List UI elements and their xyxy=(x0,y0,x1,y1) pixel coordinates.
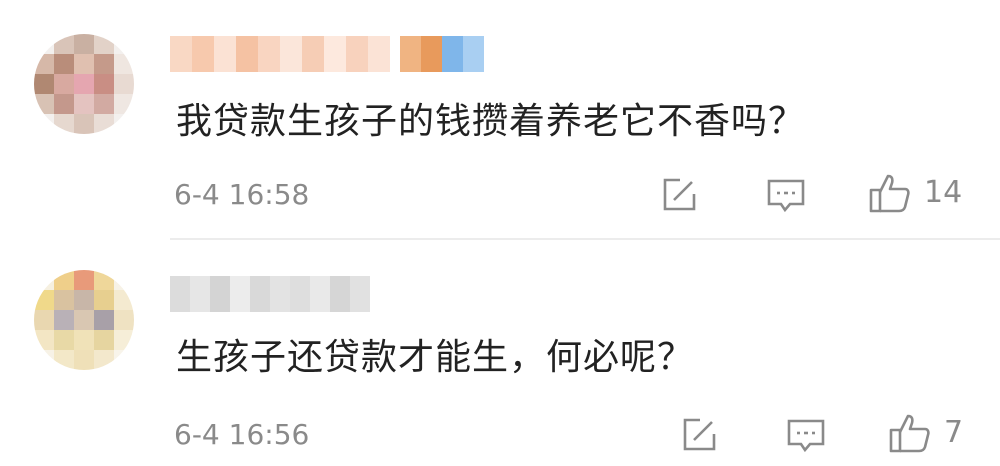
mosaic-cell xyxy=(54,350,74,370)
mosaic-cell xyxy=(54,330,74,350)
comment-icon xyxy=(787,419,825,453)
mosaic-cell xyxy=(94,290,114,310)
mosaic-cell xyxy=(34,34,54,54)
mosaic-cell xyxy=(34,350,54,370)
share-button[interactable] xyxy=(680,416,718,454)
mosaic-cell xyxy=(280,36,302,72)
mosaic-cell xyxy=(302,36,324,72)
mosaic-cell xyxy=(170,276,190,312)
mosaic-cell xyxy=(94,330,114,350)
mosaic-cell xyxy=(192,36,214,72)
mosaic-cell xyxy=(74,310,94,330)
mosaic-cell xyxy=(74,290,94,310)
comment-icon xyxy=(767,179,805,213)
comment-item: 生孩子还贷款才能生，何必呢？ 6-4 16:56 7 xyxy=(0,240,1000,466)
reply-button[interactable] xyxy=(766,178,806,214)
share-icon xyxy=(683,418,716,451)
mosaic-cell xyxy=(94,54,114,74)
mosaic-cell xyxy=(94,114,114,134)
comment-time: 6-4 16:58 xyxy=(174,178,310,211)
mosaic-cell xyxy=(94,94,114,114)
reply-button[interactable] xyxy=(786,418,826,454)
mosaic-cell xyxy=(114,330,134,350)
mosaic-cell xyxy=(190,276,210,312)
mosaic-cell xyxy=(54,34,74,54)
mosaic-cell xyxy=(114,74,134,94)
mosaic-cell xyxy=(34,54,54,74)
thumbs-up-icon xyxy=(869,174,910,213)
mosaic-cell xyxy=(114,350,134,370)
mosaic-cell xyxy=(74,270,94,290)
mosaic-cell xyxy=(94,350,114,370)
mosaic-cell xyxy=(290,276,310,312)
mosaic-cell xyxy=(250,276,270,312)
like-button[interactable]: 7 xyxy=(888,412,963,454)
mosaic-cell xyxy=(54,74,74,94)
mosaic-cell xyxy=(94,310,114,330)
mosaic-cell xyxy=(74,54,94,74)
share-icon xyxy=(663,178,696,211)
mosaic-cell xyxy=(258,36,280,72)
like-count: 7 xyxy=(944,415,964,450)
mosaic-cell xyxy=(74,114,94,134)
comment-time: 6-4 16:56 xyxy=(174,418,310,451)
mosaic-cell xyxy=(74,74,94,94)
mosaic-cell xyxy=(330,276,350,312)
mosaic-cell xyxy=(270,276,290,312)
mosaic-cell xyxy=(94,270,114,290)
mosaic-cell xyxy=(210,276,230,312)
mosaic-cell xyxy=(114,114,134,134)
mosaic-cell xyxy=(54,114,74,134)
mosaic-cell xyxy=(54,54,74,74)
thumbs-up-icon xyxy=(889,414,930,453)
mosaic-cell xyxy=(310,276,330,312)
mosaic-cell xyxy=(114,310,134,330)
username[interactable] xyxy=(170,36,390,72)
mosaic-cell xyxy=(54,94,74,114)
mosaic-cell xyxy=(54,290,74,310)
mosaic-cell xyxy=(170,36,192,72)
mosaic-cell xyxy=(230,276,250,312)
username[interactable] xyxy=(170,276,370,312)
mosaic-cell xyxy=(34,310,54,330)
like-button[interactable]: 14 xyxy=(868,172,962,214)
avatar[interactable] xyxy=(34,270,134,370)
mosaic-cell xyxy=(34,74,54,94)
mosaic-cell xyxy=(421,36,442,72)
mosaic-cell xyxy=(74,330,94,350)
avatar[interactable] xyxy=(34,34,134,134)
mosaic-cell xyxy=(114,34,134,54)
user-badge xyxy=(400,36,484,72)
mosaic-cell xyxy=(34,114,54,134)
mosaic-cell xyxy=(54,310,74,330)
mosaic-cell xyxy=(34,330,54,350)
comment-item: 我贷款生孩子的钱攒着养老它不香吗？ 6-4 16:58 14 xyxy=(0,0,1000,240)
mosaic-cell xyxy=(74,350,94,370)
comment-text: 生孩子还贷款才能生，何必呢？ xyxy=(176,337,695,378)
mosaic-cell xyxy=(442,36,463,72)
mosaic-cell xyxy=(114,94,134,114)
mosaic-cell xyxy=(74,34,94,54)
mosaic-cell xyxy=(54,270,74,290)
mosaic-cell xyxy=(94,34,114,54)
mosaic-cell xyxy=(74,94,94,114)
mosaic-cell xyxy=(114,54,134,74)
mosaic-cell xyxy=(346,36,368,72)
mosaic-cell xyxy=(463,36,484,72)
mosaic-cell xyxy=(324,36,346,72)
mosaic-cell xyxy=(114,290,134,310)
mosaic-cell xyxy=(34,290,54,310)
mosaic-cell xyxy=(94,74,114,94)
like-count: 14 xyxy=(924,175,963,210)
mosaic-cell xyxy=(214,36,236,72)
mosaic-cell xyxy=(236,36,258,72)
mosaic-cell xyxy=(350,276,370,312)
comment-text: 我贷款生孩子的钱攒着养老它不香吗？ xyxy=(176,101,806,142)
share-button[interactable] xyxy=(660,176,698,214)
mosaic-cell xyxy=(400,36,421,72)
mosaic-cell xyxy=(114,270,134,290)
mosaic-cell xyxy=(368,36,390,72)
mosaic-cell xyxy=(34,270,54,290)
mosaic-cell xyxy=(34,94,54,114)
